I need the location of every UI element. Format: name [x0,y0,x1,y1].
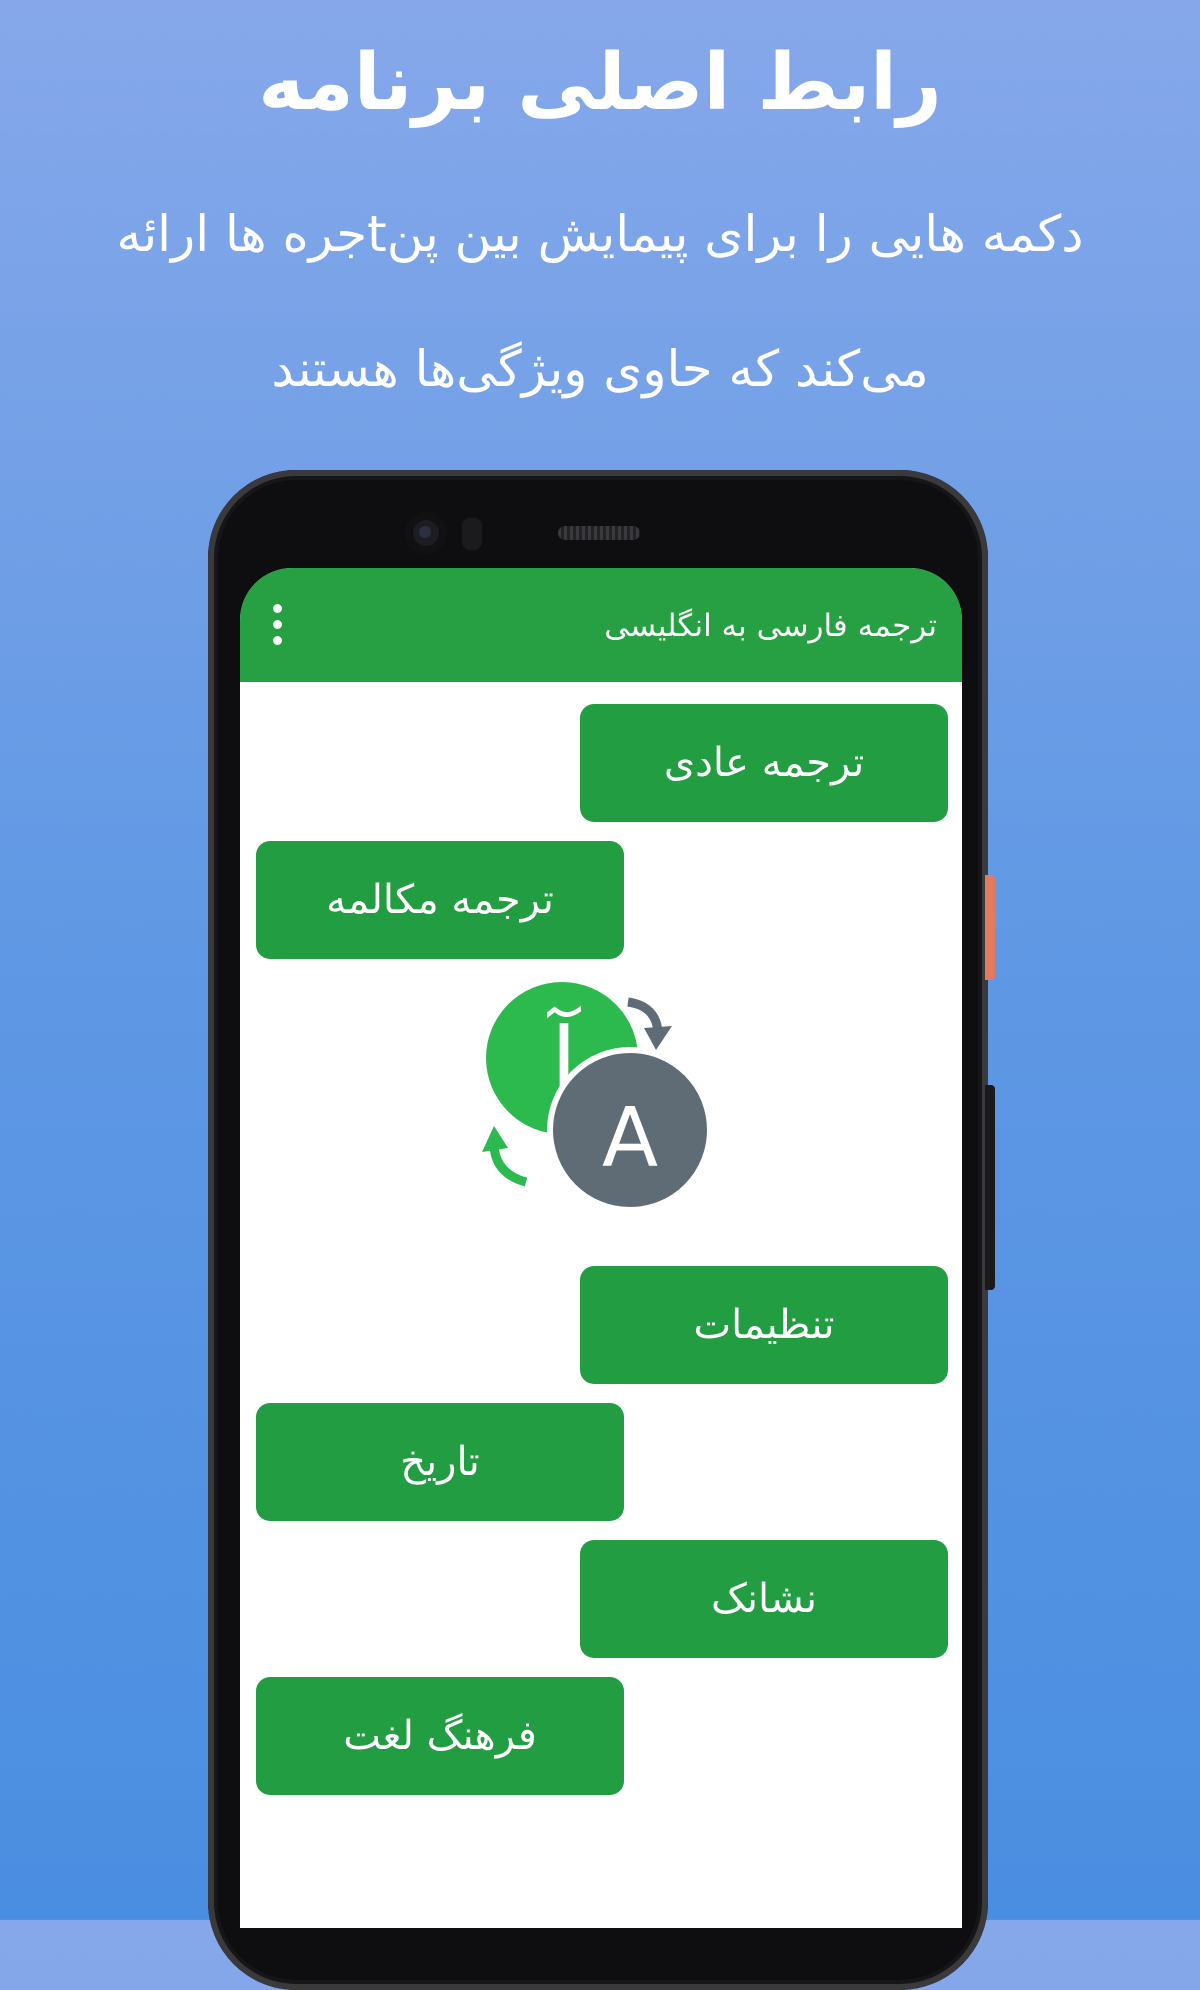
rotate-arrow-bottom-icon [489,1145,528,1187]
conversation-translation-button[interactable]: ترجمه مکالمه [256,841,624,959]
history-button[interactable]: تاریخ [256,1403,624,1521]
promo-subtitle-line-2: می‌کند که حاوی ویژگی‌ها هستند [271,340,929,398]
more-vert-icon[interactable] [270,604,284,646]
bookmark-button[interactable]: نشانک [580,1540,948,1658]
settings-button[interactable]: تنظیمات [580,1266,948,1384]
earpiece-speaker [558,526,640,540]
toolbar-title: ترجمه فارسی به انگلیسی [604,608,937,644]
promo-title: رابط اصلی برنامه [258,38,942,128]
app-logo: آ A [482,982,713,1213]
proximity-sensor [462,518,482,550]
phone-power-button [985,1085,995,1290]
promo-subtitle-line-1: دکمه هایی را برای پیمایش بین پنtجره ها ا… [116,205,1084,263]
english-letter: A [602,1091,658,1186]
front-camera [405,512,447,554]
normal-translation-button[interactable]: ترجمه عادی [580,704,948,822]
app-toolbar: ترجمه فارسی به انگلیسی [240,568,962,682]
phone-accent-button [985,875,995,980]
phone-screen: ترجمه فارسی به انگلیسی ترجمه عادی ترجمه … [240,568,962,1928]
dictionary-button[interactable]: فرهنگ لغت [256,1677,624,1795]
